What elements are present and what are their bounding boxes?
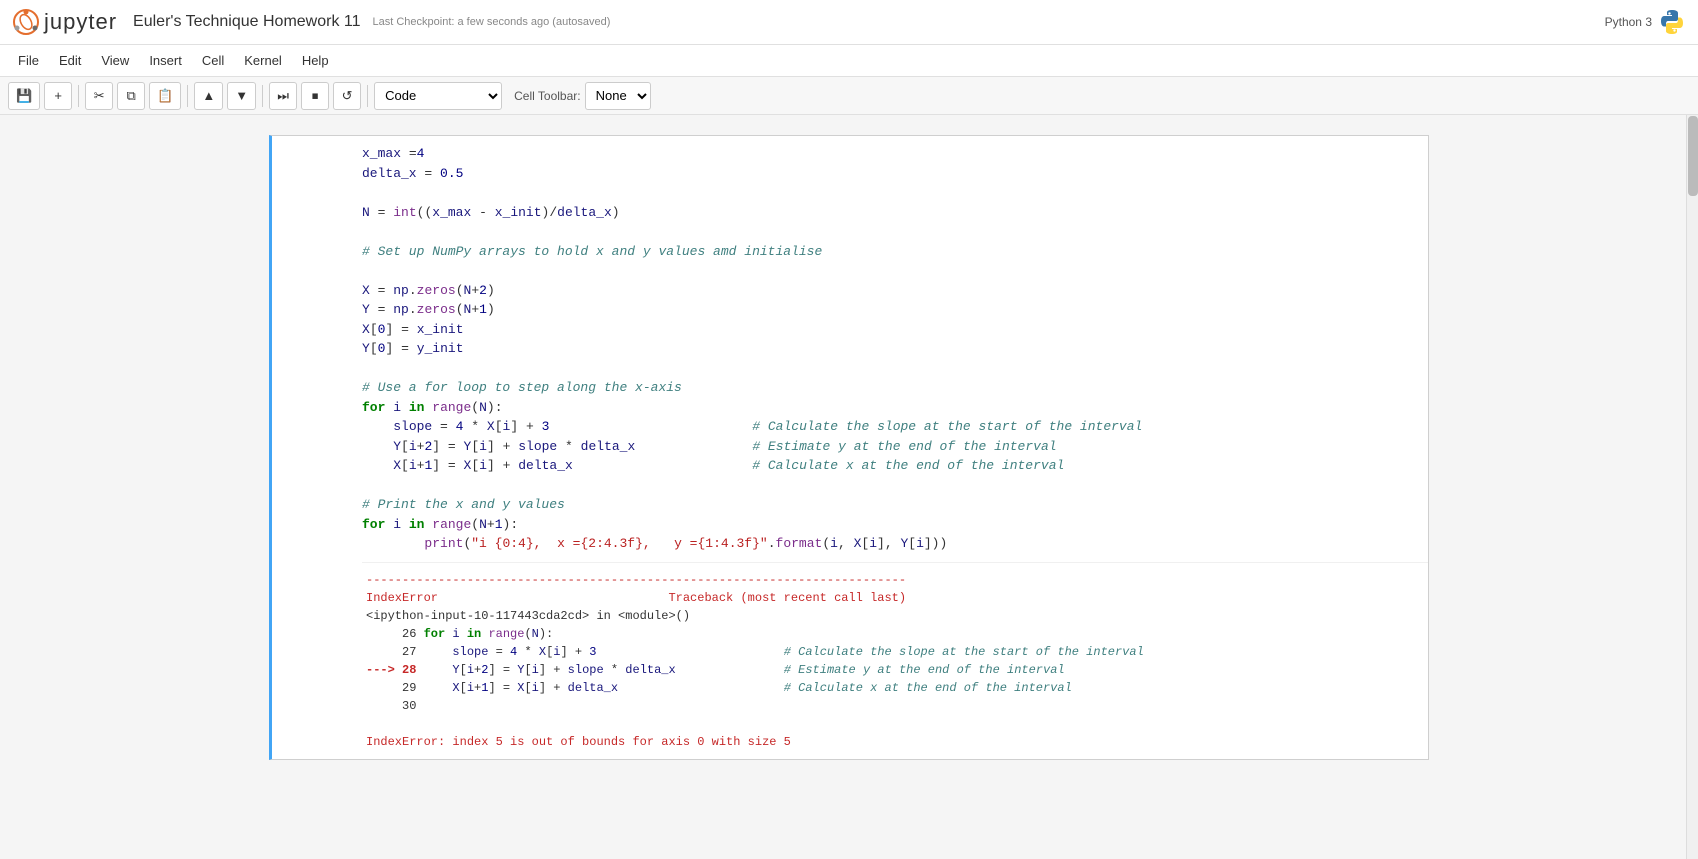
stop-button[interactable]: ⏹: [301, 82, 329, 110]
cell-type-select[interactable]: Code Markdown Raw NBConvert: [374, 82, 502, 110]
toolbar-sep-3: [262, 85, 263, 107]
jupyter-logo-text: jupyter: [44, 9, 117, 35]
copy-cell-button[interactable]: ⧉: [117, 82, 145, 110]
menu-file[interactable]: File: [8, 49, 49, 72]
kernel-name: Python 3: [1605, 15, 1652, 29]
fast-forward-button[interactable]: ⏭: [269, 82, 297, 110]
notebook-title[interactable]: Euler's Technique Homework 11: [133, 13, 360, 31]
menubar: File Edit View Insert Cell Kernel Help: [0, 45, 1698, 77]
toolbar-sep-1: [78, 85, 79, 107]
topbar: jupyter Euler's Technique Homework 11 La…: [0, 0, 1698, 45]
menu-kernel[interactable]: Kernel: [234, 49, 292, 72]
cell-output: ----------------------------------------…: [362, 562, 1428, 759]
move-down-button[interactable]: ▼: [227, 82, 256, 110]
menu-cell[interactable]: Cell: [192, 49, 234, 72]
cell-prompt: [272, 136, 362, 156]
menu-help[interactable]: Help: [292, 49, 339, 72]
code-cell[interactable]: x_max =4 delta_x = 0.5 N = int((x_max - …: [269, 135, 1429, 760]
jupyter-logo: jupyter: [12, 8, 117, 36]
main-content: x_max =4 delta_x = 0.5 N = int((x_max - …: [0, 115, 1698, 859]
kernel-info: Python 3: [1605, 8, 1686, 36]
menu-insert[interactable]: Insert: [139, 49, 192, 72]
toolbar: 💾 + ✂ ⧉ 📋 ▲ ▼ ⏭ ⏹ ↺ Code Markdown Raw NB…: [0, 77, 1698, 115]
cell-input-area: x_max =4 delta_x = 0.5 N = int((x_max - …: [272, 136, 1428, 562]
save-button[interactable]: 💾: [8, 82, 40, 110]
move-up-button[interactable]: ▲: [194, 82, 223, 110]
jupyter-logo-icon: [12, 8, 40, 36]
paste-cell-button[interactable]: 📋: [149, 82, 181, 110]
scrollbar-thumb: [1688, 116, 1698, 196]
cut-cell-button[interactable]: ✂: [85, 82, 113, 110]
python-logo-icon: [1658, 8, 1686, 36]
checkpoint-info: Last Checkpoint: a few seconds ago (auto…: [373, 16, 611, 28]
cell-toolbar-label: Cell Toolbar:: [514, 89, 580, 103]
toolbar-sep-2: [187, 85, 188, 107]
menu-view[interactable]: View: [91, 49, 139, 72]
cell-toolbar-select[interactable]: None: [585, 82, 651, 110]
error-output: ----------------------------------------…: [366, 571, 1424, 751]
menu-edit[interactable]: Edit: [49, 49, 91, 72]
code-block[interactable]: x_max =4 delta_x = 0.5 N = int((x_max - …: [362, 144, 1424, 554]
restart-button[interactable]: ↺: [333, 82, 361, 110]
toolbar-sep-4: [367, 85, 368, 107]
notebook-container: x_max =4 delta_x = 0.5 N = int((x_max - …: [249, 135, 1449, 760]
add-cell-button[interactable]: +: [44, 82, 72, 110]
right-scrollbar[interactable]: [1686, 115, 1698, 859]
cell-code-content[interactable]: x_max =4 delta_x = 0.5 N = int((x_max - …: [362, 136, 1428, 562]
